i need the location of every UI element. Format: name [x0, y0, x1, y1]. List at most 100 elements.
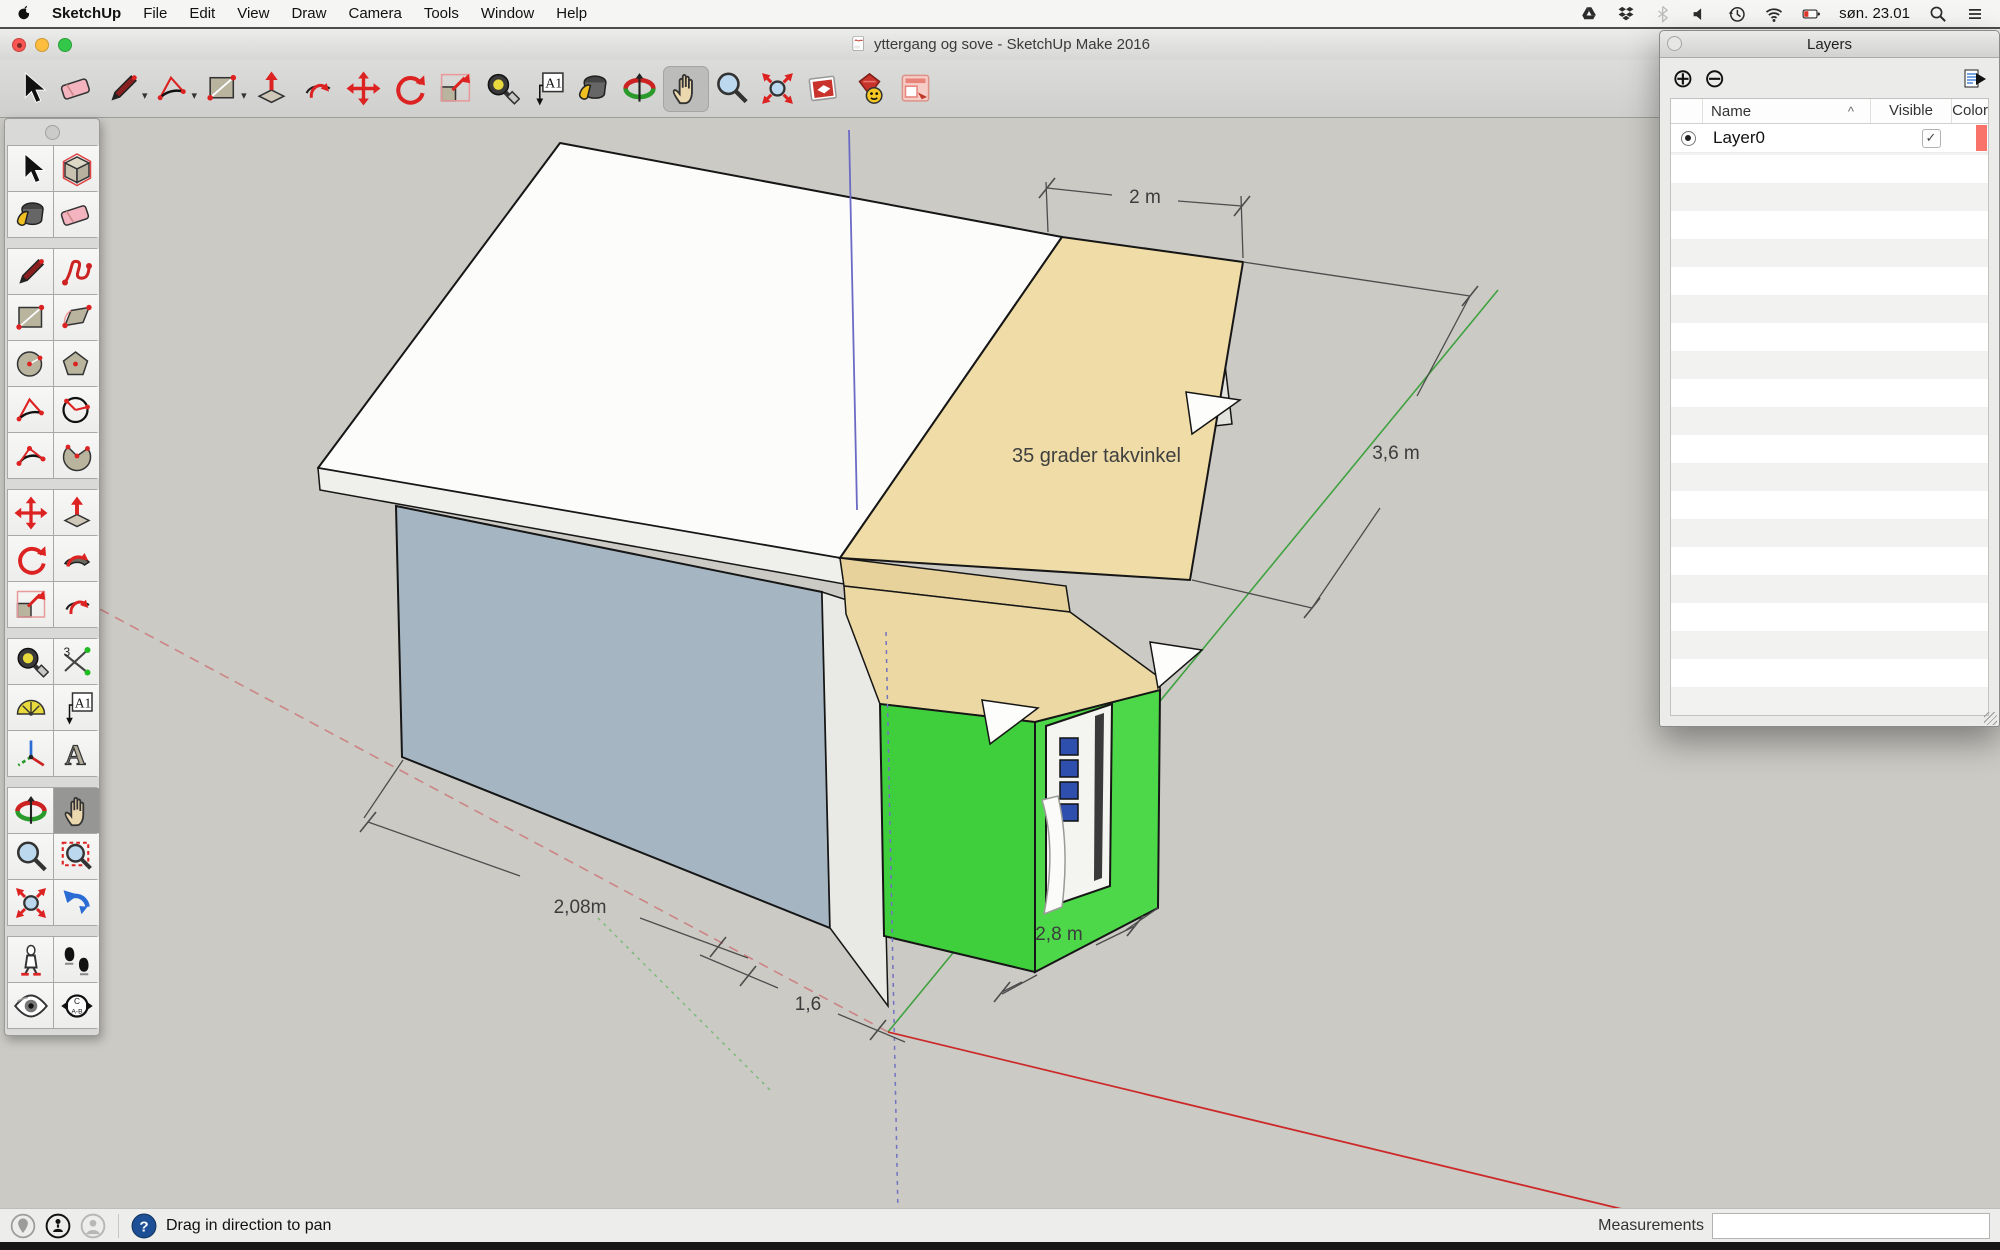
scale-tool-button[interactable]: [8, 582, 53, 627]
dimension-16-label[interactable]: 1,6: [795, 994, 821, 1015]
dimension-2m-label[interactable]: 2 m: [1129, 187, 1161, 208]
layers-toolbar: ⊕ ⊖: [1660, 58, 1999, 98]
walk-tool-button[interactable]: [54, 937, 99, 982]
svg-text:3: 3: [63, 645, 70, 659]
palette-header: [7, 123, 97, 141]
layers-close-button[interactable]: [1667, 36, 1682, 51]
measurements-area: Measurements: [1598, 1213, 1990, 1239]
arc-2pt-tool-button[interactable]: [8, 387, 53, 432]
remove-layer-button[interactable]: ⊖: [1704, 67, 1726, 89]
look-around-tool-button[interactable]: [8, 983, 53, 1028]
protractor-tool-button[interactable]: [8, 685, 53, 730]
panel-resize-grip[interactable]: [1984, 712, 1997, 725]
layers-panel-titlebar[interactable]: Layers: [1660, 31, 1999, 58]
dimension-36m-label[interactable]: 3,6 m: [1372, 443, 1420, 464]
tape-measure-icon: [13, 644, 49, 680]
pie-tool-button[interactable]: [54, 433, 99, 478]
column-color[interactable]: Color: [1952, 99, 1988, 123]
polygon-icon: [59, 346, 95, 382]
polygon-tool-button[interactable]: [54, 341, 99, 386]
rotate-tool-button[interactable]: [8, 536, 53, 581]
rotated-rectangle-tool-button[interactable]: [54, 295, 99, 340]
palette-close-button[interactable]: [45, 125, 60, 140]
circle-tool-button[interactable]: [8, 341, 53, 386]
pan-icon: [59, 793, 95, 829]
select-tool-button[interactable]: [8, 146, 53, 191]
follow-me-tool-button[interactable]: [54, 536, 99, 581]
layer-row[interactable]: Layer0 ✓: [1671, 124, 1988, 153]
line-tool-button[interactable]: [8, 249, 53, 294]
zoom-tool-button[interactable]: [8, 834, 53, 879]
status-separator: [118, 1214, 119, 1238]
push-pull-tool-button[interactable]: [54, 490, 99, 535]
header-radio-column: [1671, 99, 1703, 123]
add-layer-button[interactable]: ⊕: [1672, 67, 1694, 89]
geolocation-icon[interactable]: [10, 1213, 36, 1239]
zoom-extents-tool-button[interactable]: [8, 880, 53, 925]
paint-bucket-tool-button[interactable]: [8, 192, 53, 237]
section-compass-tool-button[interactable]: CA-B: [54, 983, 99, 1028]
layer-visible-checkbox[interactable]: ✓: [1922, 129, 1941, 148]
credits-person-icon[interactable]: [45, 1213, 71, 1239]
eraser-icon: [59, 197, 95, 233]
axes-tool-button[interactable]: [8, 731, 53, 776]
freehand-tool-button[interactable]: [54, 249, 99, 294]
make-component-tool-button[interactable]: [54, 146, 99, 191]
green-wall-left[interactable]: [880, 704, 1035, 972]
help-icon[interactable]: ?: [131, 1213, 157, 1239]
arc-icon: [59, 392, 95, 428]
svg-text:A: A: [65, 740, 86, 771]
make-component-icon: [59, 151, 95, 187]
3d-text-tool-button[interactable]: A: [54, 731, 99, 776]
layer-color-swatch[interactable]: [1976, 125, 1987, 151]
3d-text-icon: A: [59, 736, 95, 772]
position-camera-tool-button[interactable]: [8, 937, 53, 982]
rotate-icon: [13, 541, 49, 577]
sort-ascending-indicator[interactable]: ^: [1848, 99, 1871, 123]
orbit-tool-button[interactable]: [8, 788, 53, 833]
zoom-extents-icon: [13, 885, 49, 921]
zoom-window-icon: [59, 839, 95, 875]
svg-text:C: C: [74, 996, 80, 1005]
move-tool-button[interactable]: [8, 490, 53, 535]
arc-3pt-tool-button[interactable]: [8, 433, 53, 478]
offset-tool-button[interactable]: [54, 582, 99, 627]
follow-me-icon: [59, 541, 95, 577]
door-window-pane[interactable]: [1060, 760, 1078, 777]
circle-icon: [13, 346, 49, 382]
radio-dot: [1685, 135, 1691, 141]
sign-in-avatar-icon[interactable]: [80, 1213, 106, 1239]
rotated-rectangle-icon: [59, 300, 95, 336]
line-icon: [13, 254, 49, 290]
look-around-icon: [13, 988, 49, 1024]
push-pull-icon: [59, 495, 95, 531]
dimension-tool-button[interactable]: 3: [54, 639, 99, 684]
column-name[interactable]: Name: [1703, 99, 1848, 123]
layers-panel-title: Layers: [1660, 36, 1999, 53]
measurements-input[interactable]: [1712, 1213, 1990, 1239]
previous-tool-button[interactable]: [54, 880, 99, 925]
rectangle-icon: [13, 300, 49, 336]
door-window-pane[interactable]: [1060, 738, 1078, 755]
position-camera-icon: [13, 942, 49, 978]
palette-group: [7, 489, 97, 628]
tape-measure-tool-button[interactable]: [8, 639, 53, 684]
column-visible[interactable]: Visible: [1871, 99, 1952, 123]
door-window-pane[interactable]: [1060, 782, 1078, 799]
zoom-window-tool-button[interactable]: [54, 834, 99, 879]
layers-detail-menu-icon[interactable]: [1963, 67, 1987, 89]
zoom-icon: [13, 839, 49, 875]
dimension-28m-label[interactable]: 2,8 m: [1035, 924, 1083, 945]
status-hint: Drag in direction to pan: [166, 1217, 331, 1235]
layer-name[interactable]: Layer0: [1705, 128, 1887, 148]
text-tool-button[interactable]: A1: [54, 685, 99, 730]
pan-tool-button[interactable]: [54, 788, 99, 833]
current-layer-radio[interactable]: [1681, 131, 1696, 146]
dimension-208m-label[interactable]: 2,08m: [554, 897, 607, 918]
eraser-tool-button[interactable]: [54, 192, 99, 237]
text-icon: A1: [59, 690, 95, 726]
layers-panel: Layers ⊕ ⊖ Name ^ Visible Color Layer0 ✓: [1659, 30, 2000, 727]
rectangle-tool-button[interactable]: [8, 295, 53, 340]
arc-tool-button[interactable]: [54, 387, 99, 432]
roof-angle-note[interactable]: 35 grader takvinkel: [1012, 445, 1181, 467]
